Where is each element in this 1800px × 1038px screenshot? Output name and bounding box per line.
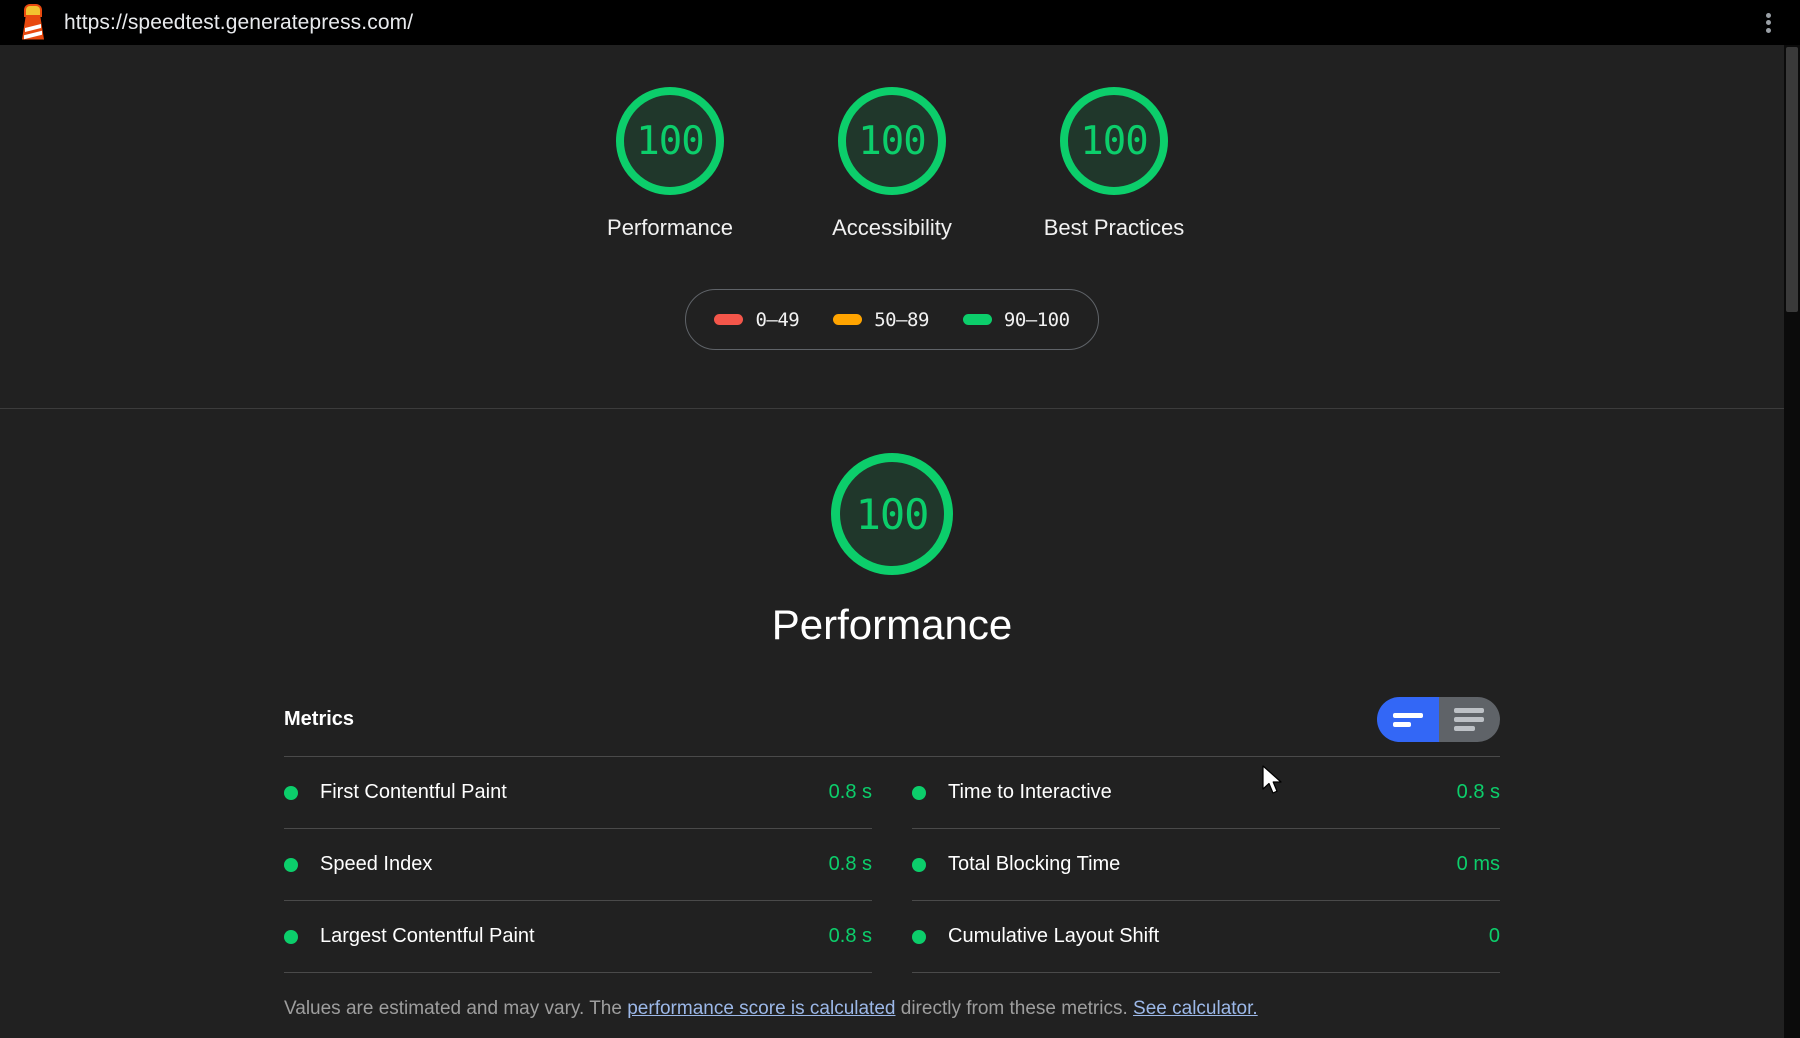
metric-name: Time to Interactive [948,781,1457,804]
legend-item-average: 50–89 [833,309,929,331]
metric-row[interactable]: Total Blocking Time 0 ms [912,829,1500,901]
metric-value: 0.8 s [829,781,872,804]
disclaimer-text-part-2: directly from these metrics. [895,998,1133,1019]
legend-pill-average-icon [833,314,862,325]
score-gauges: 100 Performance 100 Accessibility 100 Be… [0,87,1784,243]
toggle-simple-view[interactable] [1377,697,1439,742]
metrics-section: Metrics First Contentful Paint 0.8 s [284,649,1500,1024]
gauge-label: Best Practices [1044,213,1185,243]
legend-item-pass: 90–100 [963,309,1070,331]
metric-value: 0.8 s [829,853,872,876]
gauge-ring: 100 [838,87,946,195]
detailed-view-icon [1454,708,1484,731]
page-scrollbar[interactable] [1784,45,1800,1038]
metric-value: 0 ms [1457,853,1500,876]
see-calculator-link[interactable]: See calculator. [1133,998,1258,1019]
status-pass-icon [284,786,298,800]
disclaimer-text-part-1: Values are estimated and may vary. The [284,998,627,1019]
legend-label: 90–100 [1004,309,1070,331]
page-title: Performance [0,601,1784,649]
metric-row[interactable]: Speed Index 0.8 s [284,829,872,901]
metric-name: First Contentful Paint [320,781,829,804]
metrics-view-toggle[interactable] [1377,697,1500,742]
metric-row[interactable]: Cumulative Layout Shift 0 [912,901,1500,973]
metrics-grid: First Contentful Paint 0.8 s Time to Int… [284,756,1500,973]
gauge-ring: 100 [1060,87,1168,195]
legend-pill-fail-icon [714,314,743,325]
metrics-disclaimer: Values are estimated and may vary. The p… [284,973,1500,1024]
score-gauge-best-practices[interactable]: 100 Best Practices [1030,87,1198,243]
metric-row[interactable]: Largest Contentful Paint 0.8 s [284,901,872,973]
metric-value: 0 [1489,925,1500,948]
legend-label: 50–89 [874,309,929,331]
status-pass-icon [284,858,298,872]
gauge-ring: 100 [616,87,724,195]
score-legend: 0–49 50–89 90–100 [685,289,1099,350]
score-gauge-accessibility[interactable]: 100 Accessibility [808,87,976,243]
scores-overview: 100 Performance 100 Accessibility 100 Be… [0,45,1784,409]
status-pass-icon [912,858,926,872]
gauge-score: 100 [1080,122,1147,161]
metric-row[interactable]: First Contentful Paint 0.8 s [284,757,872,829]
legend-pill-pass-icon [963,314,992,325]
category-score: 100 [856,490,929,539]
gauge-label: Accessibility [832,213,952,243]
status-pass-icon [284,930,298,944]
metric-name: Largest Contentful Paint [320,925,829,948]
status-pass-icon [912,930,926,944]
status-pass-icon [912,786,926,800]
score-gauge-performance[interactable]: 100 Performance [586,87,754,243]
gauge-score: 100 [636,122,703,161]
metrics-header: Metrics [284,697,1500,756]
browser-url-bar: https://speedtest.generatepress.com/ [0,0,1800,45]
lighthouse-report: 100 Performance 100 Accessibility 100 Be… [0,45,1784,1038]
scrollbar-thumb[interactable] [1786,47,1798,312]
lighthouse-icon [18,6,48,40]
metric-name: Cumulative Layout Shift [948,925,1489,948]
gauge-score: 100 [858,122,925,161]
metric-value: 0.8 s [829,925,872,948]
metric-row[interactable]: Time to Interactive 0.8 s [912,757,1500,829]
category-performance: 100 Performance Metrics First [0,409,1784,1024]
category-gauge-wrap: 100 [0,453,1784,575]
legend-label: 0–49 [755,309,799,331]
gauge-label: Performance [607,213,733,243]
metric-value: 0.8 s [1457,781,1500,804]
metric-name: Speed Index [320,853,829,876]
kebab-menu-icon[interactable] [1758,11,1778,35]
legend-item-fail: 0–49 [714,309,799,331]
toggle-detailed-view[interactable] [1439,697,1501,742]
metrics-heading: Metrics [284,708,354,731]
url-text[interactable]: https://speedtest.generatepress.com/ [64,11,413,35]
category-gauge: 100 [831,453,953,575]
metric-name: Total Blocking Time [948,853,1457,876]
simple-view-icon [1393,713,1423,727]
performance-score-link[interactable]: performance score is calculated [627,998,895,1019]
